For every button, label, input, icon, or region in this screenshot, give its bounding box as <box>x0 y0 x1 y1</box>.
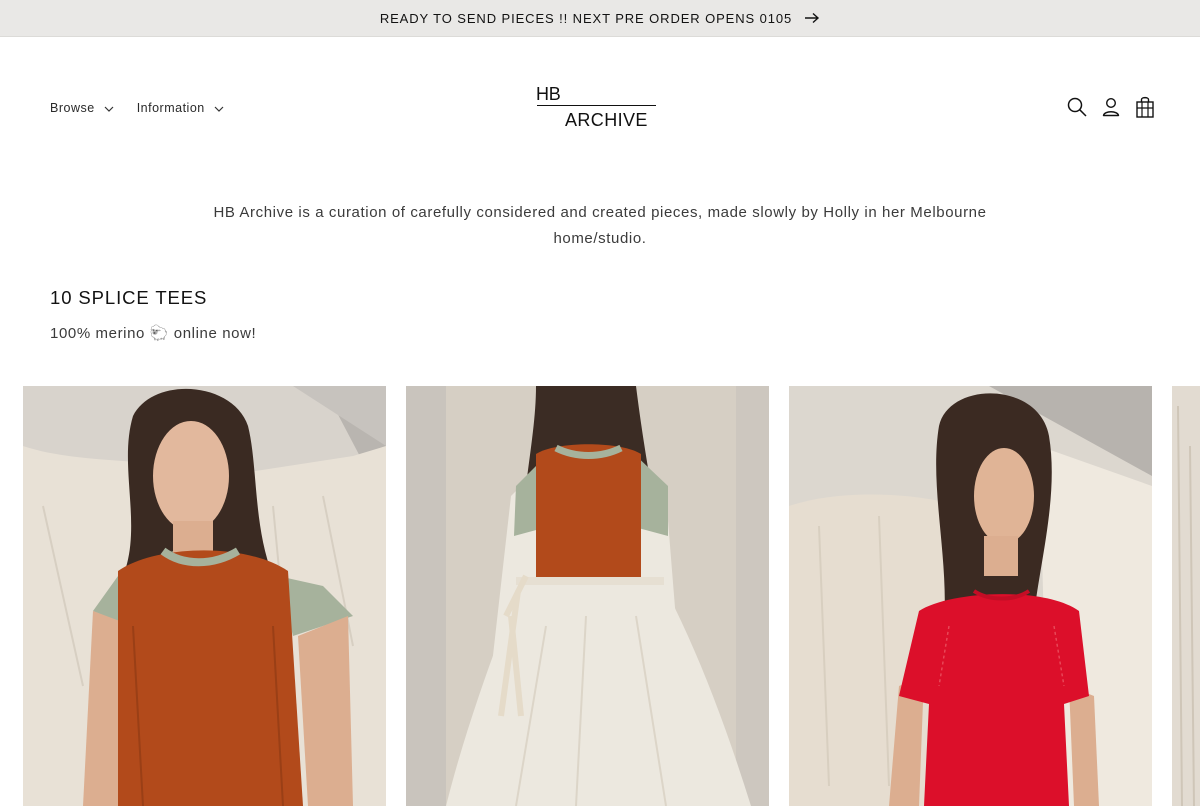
product-image <box>23 386 386 806</box>
chevron-down-icon <box>104 101 114 115</box>
nav-browse-label: Browse <box>50 101 95 115</box>
product-image <box>1172 386 1200 806</box>
logo-rule <box>537 105 656 106</box>
collection-title[interactable]: 10 SPLICE TEES <box>50 287 207 309</box>
nav-browse[interactable]: Browse <box>50 101 114 115</box>
product-card[interactable] <box>406 386 769 806</box>
announcement-bar: READY TO SEND PIECES !! NEXT PRE ORDER O… <box>0 0 1200 37</box>
product-image <box>406 386 769 806</box>
search-icon[interactable] <box>1064 94 1090 120</box>
site-logo[interactable]: HB ARCHIVE <box>534 84 658 132</box>
main-nav: Browse Information <box>50 96 224 120</box>
collection-subtitle: 100% merino 🐑 online now! <box>50 325 257 342</box>
intro-text: HB Archive is a curation of carefully co… <box>213 204 987 247</box>
product-card[interactable] <box>1172 386 1200 806</box>
arrow-right-icon <box>804 12 820 24</box>
announcement-text: READY TO SEND PIECES !! NEXT PRE ORDER O… <box>379 10 793 26</box>
cart-icon[interactable] <box>1132 94 1158 120</box>
header-icons <box>1064 94 1158 120</box>
product-card[interactable] <box>789 386 1152 806</box>
product-image <box>789 386 1152 806</box>
chevron-down-icon <box>214 101 224 115</box>
account-icon[interactable] <box>1098 94 1124 120</box>
logo-line2: ARCHIVE <box>565 110 648 130</box>
logo-line1: HB <box>536 84 561 104</box>
nav-information[interactable]: Information <box>137 101 224 115</box>
announcement-link[interactable]: READY TO SEND PIECES !! NEXT PRE ORDER O… <box>380 11 820 26</box>
nav-information-label: Information <box>136 101 205 115</box>
product-card[interactable] <box>23 386 386 806</box>
